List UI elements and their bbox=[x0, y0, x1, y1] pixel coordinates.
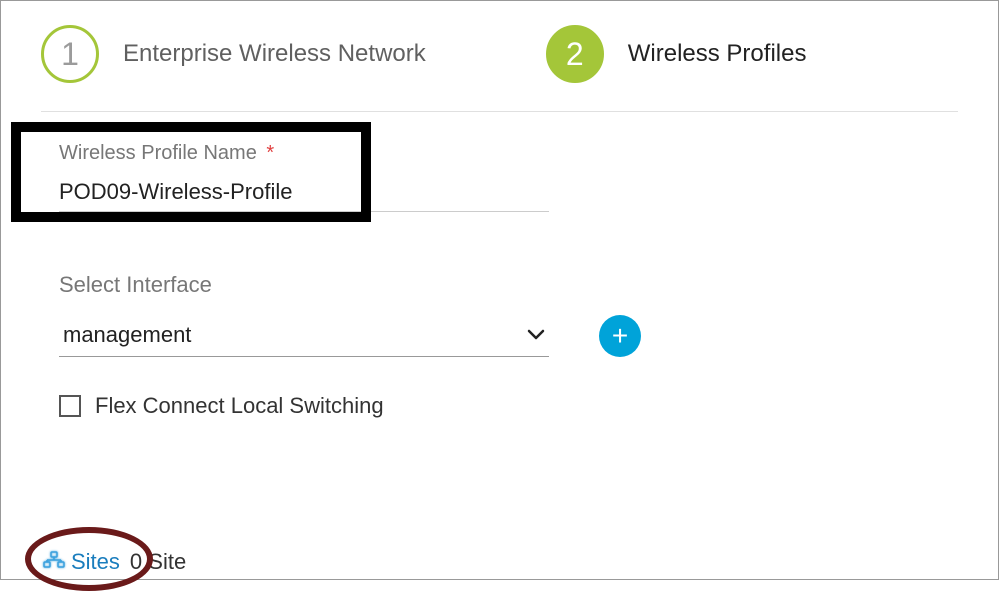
sites-count: 0 Site bbox=[130, 549, 186, 575]
step-1-number: 1 bbox=[61, 36, 79, 73]
interface-label: Select Interface bbox=[59, 272, 958, 298]
sites-row: Sites 0 Site bbox=[43, 549, 186, 575]
profile-name-label: Wireless Profile Name * bbox=[59, 142, 958, 165]
interface-row: management + bbox=[59, 314, 958, 357]
wizard-stepper: 1 Enterprise Wireless Network 2 Wireless… bbox=[1, 1, 998, 111]
interface-selected-value: management bbox=[63, 322, 191, 348]
step-1[interactable]: 1 Enterprise Wireless Network bbox=[41, 25, 426, 83]
profile-name-input[interactable] bbox=[59, 173, 549, 212]
profile-name-label-text: Wireless Profile Name bbox=[59, 142, 257, 164]
content-area: Wireless Profile Name * Select Interface… bbox=[1, 112, 998, 419]
sites-link[interactable]: Sites bbox=[71, 549, 120, 575]
interface-select[interactable]: management bbox=[59, 314, 549, 357]
step-2-circle: 2 bbox=[546, 25, 604, 83]
chevron-down-icon bbox=[527, 325, 545, 346]
sites-wrapper: Sites bbox=[43, 549, 120, 575]
profile-name-group: Wireless Profile Name * bbox=[41, 142, 958, 212]
add-interface-button[interactable]: + bbox=[599, 315, 641, 357]
step-1-label: Enterprise Wireless Network bbox=[123, 40, 426, 68]
flex-connect-checkbox[interactable] bbox=[59, 395, 81, 417]
hierarchy-icon bbox=[43, 551, 65, 574]
interface-group: Select Interface management + Flex Conne… bbox=[41, 272, 958, 419]
step-2[interactable]: 2 Wireless Profiles bbox=[546, 25, 807, 83]
plus-icon: + bbox=[612, 322, 628, 350]
step-2-label: Wireless Profiles bbox=[628, 40, 807, 68]
required-asterisk: * bbox=[266, 142, 274, 164]
flex-connect-label: Flex Connect Local Switching bbox=[95, 393, 384, 419]
flex-connect-row: Flex Connect Local Switching bbox=[59, 393, 958, 419]
step-1-circle: 1 bbox=[41, 25, 99, 83]
step-2-number: 2 bbox=[566, 36, 584, 73]
